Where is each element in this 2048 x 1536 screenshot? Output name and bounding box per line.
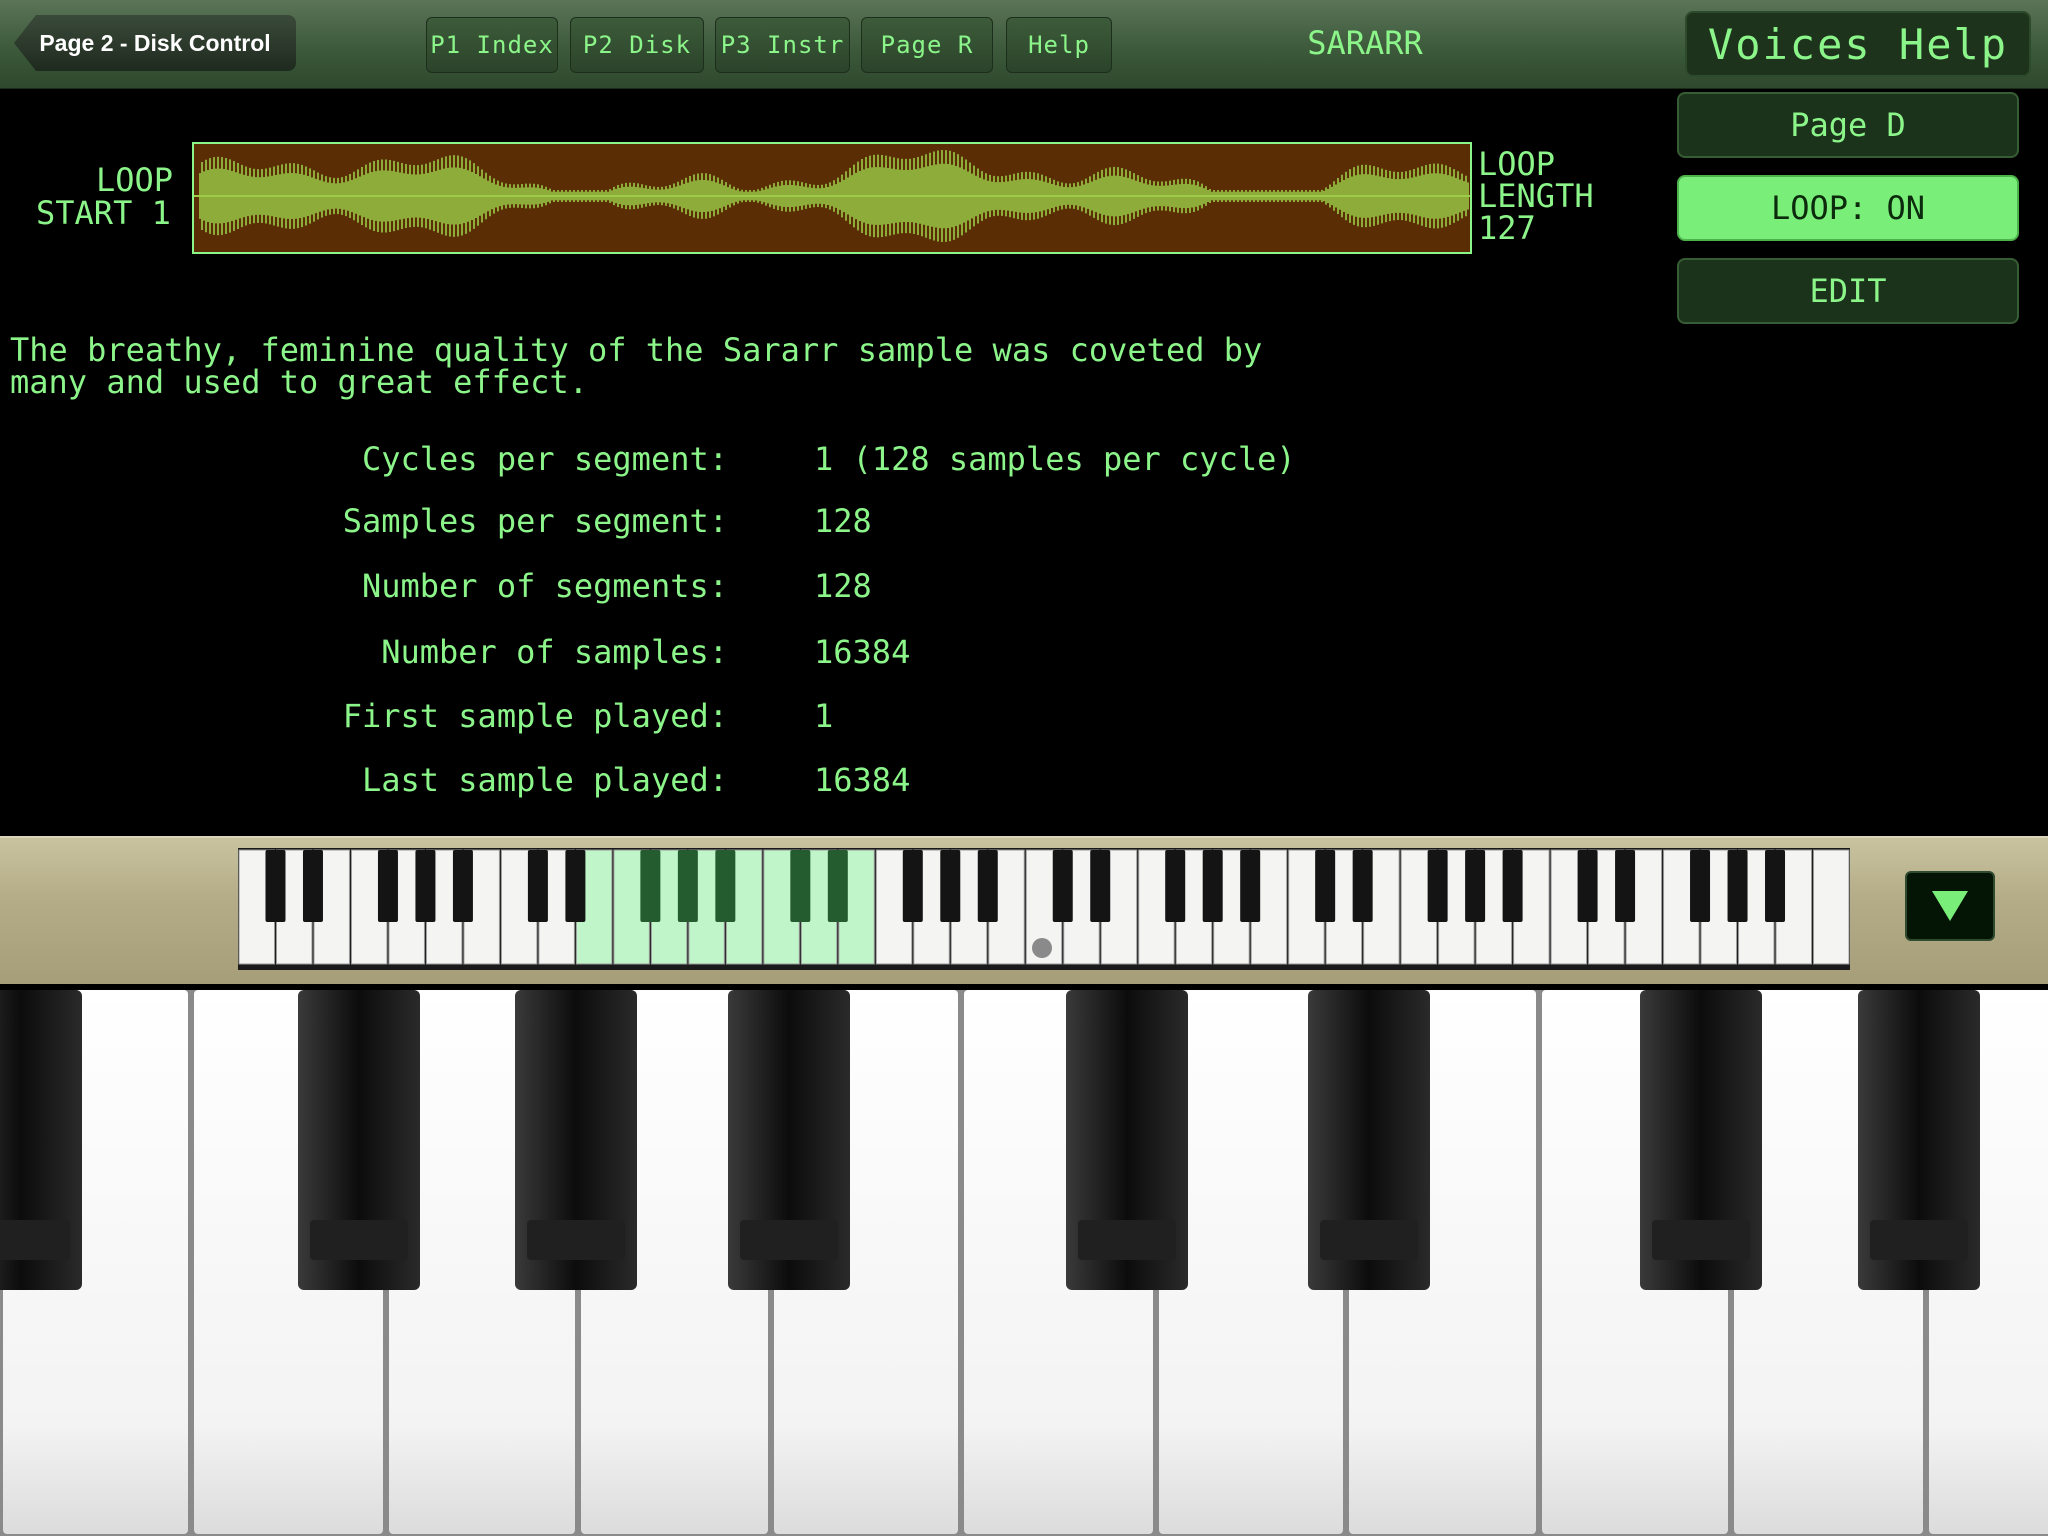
page-title: SARARR <box>1307 24 1423 62</box>
mini-black-key[interactable] <box>715 850 736 922</box>
waveform-display[interactable] <box>192 142 1472 254</box>
mini-black-key[interactable] <box>377 850 398 922</box>
stat-label-number-of-segments: Number of segments: <box>361 567 728 605</box>
loop-start-label: LOOP <box>96 161 174 199</box>
mini-black-key[interactable] <box>1090 850 1111 922</box>
mini-black-key[interactable] <box>1427 850 1448 922</box>
mini-black-key[interactable] <box>1052 850 1073 922</box>
tab-p3-instr[interactable]: P3 Instr <box>715 17 850 73</box>
black-key-highlight <box>1078 1220 1176 1260</box>
stat-label-first-sample: First sample played: <box>342 697 728 735</box>
mini-black-key[interactable] <box>1202 850 1223 922</box>
mini-black-key[interactable] <box>1352 850 1373 922</box>
loop-start-value: START 1 <box>36 194 171 232</box>
stat-value-cycles: 1 (128 samples per cycle) <box>814 440 1296 478</box>
tab-help[interactable]: Help <box>1006 17 1112 73</box>
edit-button[interactable]: EDIT <box>1677 258 2019 324</box>
mini-black-key[interactable] <box>640 850 661 922</box>
waveform-graph <box>194 149 1470 243</box>
mini-black-key[interactable] <box>677 850 698 922</box>
mini-black-key[interactable] <box>1615 850 1636 922</box>
stat-value-number-of-segments: 128 <box>814 567 872 605</box>
mini-black-key[interactable] <box>302 850 323 922</box>
black-key-highlight <box>1320 1220 1418 1260</box>
stat-value-number-of-samples: 16384 <box>814 633 911 671</box>
black-key-highlight <box>310 1220 408 1260</box>
mini-white-key[interactable] <box>1813 849 1850 965</box>
mini-keyboard[interactable] <box>238 848 1850 970</box>
mini-black-key[interactable] <box>977 850 998 922</box>
collapse-keyboard-button[interactable] <box>1905 871 1995 941</box>
black-key-highlight <box>740 1220 838 1260</box>
loop-length-label: LOOP <box>1478 145 1556 183</box>
stat-value-first-sample: 1 <box>814 697 834 735</box>
black-key-highlight <box>1652 1220 1750 1260</box>
voices-help-button[interactable]: Voices Help <box>1685 11 2031 77</box>
mini-black-key[interactable] <box>1765 850 1786 922</box>
stat-label-last-sample: Last sample played: <box>361 761 728 799</box>
mini-black-key[interactable] <box>452 850 473 922</box>
mini-black-key[interactable] <box>265 850 286 922</box>
back-button[interactable]: Page 2 - Disk Control <box>14 15 296 71</box>
mini-black-key[interactable] <box>527 850 548 922</box>
mini-black-key[interactable] <box>565 850 586 922</box>
loop-toggle-button[interactable]: LOOP: ON <box>1677 175 2019 241</box>
stat-label-cycles: Cycles per segment: <box>361 440 728 478</box>
mini-black-key[interactable] <box>1240 850 1261 922</box>
piano-keyboard[interactable] <box>0 990 2048 1536</box>
key-marker-dot <box>1032 938 1052 958</box>
mini-black-key[interactable] <box>1502 850 1523 922</box>
loop-length-value: 127 <box>1478 209 1536 247</box>
black-key-highlight <box>0 1220 70 1260</box>
mini-black-key[interactable] <box>1690 850 1711 922</box>
tab-p1-index[interactable]: P1 Index <box>426 17 558 73</box>
stat-value-samples-per-segment: 128 <box>814 502 872 540</box>
mini-black-key[interactable] <box>1465 850 1486 922</box>
triangle-down-icon <box>1932 891 1968 921</box>
stat-label-number-of-samples: Number of samples: <box>381 633 728 671</box>
tab-page-r[interactable]: Page R <box>861 17 993 73</box>
mini-black-key[interactable] <box>1165 850 1186 922</box>
black-key-highlight <box>527 1220 625 1260</box>
mini-black-key[interactable] <box>827 850 848 922</box>
mini-black-key[interactable] <box>940 850 961 922</box>
stat-value-last-sample: 16384 <box>814 761 911 799</box>
loop-length-label-2: LENGTH <box>1478 177 1594 215</box>
mini-black-key[interactable] <box>415 850 436 922</box>
mini-black-key[interactable] <box>1727 850 1748 922</box>
stat-label-samples-per-segment: Samples per segment: <box>342 502 728 540</box>
mini-black-key[interactable] <box>1315 850 1336 922</box>
sample-description: The breathy, feminine quality of the Sar… <box>10 331 1263 401</box>
page-d-button[interactable]: Page D <box>1677 92 2019 158</box>
mini-black-key[interactable] <box>1577 850 1598 922</box>
mini-black-key[interactable] <box>790 850 811 922</box>
top-bar: Page 2 - Disk Control P1 Index P2 Disk P… <box>0 0 2048 89</box>
black-key-highlight <box>1870 1220 1968 1260</box>
mini-black-key[interactable] <box>902 850 923 922</box>
tab-p2-disk[interactable]: P2 Disk <box>570 17 704 73</box>
